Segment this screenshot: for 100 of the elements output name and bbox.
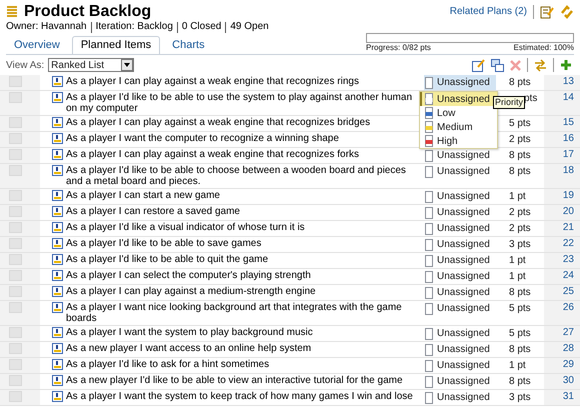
related-plans-link[interactable]: Related Plans (2) [450,4,527,19]
rank-number: 16 [562,133,574,144]
tab[interactable]: Charts [164,36,213,54]
priority-cell[interactable]: Unassigned [424,269,496,284]
priority-cell[interactable]: Unassigned [424,285,496,300]
story-summary[interactable]: As a player I'd like to be able to choose between a wooden board and pieces and a metal board and pieces. [66,165,424,187]
row-handle[interactable] [9,270,22,281]
meta-text: Owner: Havannah [6,21,87,33]
row-handle[interactable] [9,222,22,233]
priority-icon [425,376,433,388]
story-summary[interactable]: As a new player I want access to an online help system [66,343,312,354]
priority-cell[interactable]: Unassigned [424,301,496,325]
row-handle[interactable] [9,92,22,103]
priority-cell[interactable]: Unassigned [424,374,496,389]
priority-icon [425,191,433,203]
story-icon [52,133,63,144]
rank-number: 29 [562,359,574,370]
rank-number: 24 [562,270,574,281]
priority-cell[interactable]: Unassigned [424,221,496,236]
row-handle[interactable] [9,149,22,160]
progress-label: Progress: 0/82 pts [366,43,431,53]
story-icon [52,76,63,87]
rank-number: 26 [562,302,574,313]
story-summary[interactable]: As a player I want the system to play background music [66,327,313,338]
points-text: 5 pts [509,118,531,129]
story-summary[interactable]: As a player I can start a new game [66,190,220,201]
priority-text: Unassigned [437,344,490,356]
meta-text: Iteration: Backlog [96,21,173,33]
priority-cell[interactable]: Unassigned [424,189,496,204]
row-handle[interactable] [9,302,22,313]
story-summary[interactable]: As a player I want the system to keep track of how many games I win and lose [66,391,413,402]
row-handle[interactable] [9,359,22,370]
points-text: 2 pts [509,223,531,234]
priority-cell[interactable]: Unassigned [424,237,496,252]
story-summary[interactable]: As a player I can play against a medium-strength engine [66,286,316,297]
points-text: 8 pts [509,77,531,88]
priority-cell[interactable]: Unassigned [424,390,496,405]
story-icon [52,254,63,265]
rank-number: 31 [562,391,574,402]
story-summary[interactable]: As a player I can play against a weak engine that recognizes forks [66,149,359,160]
row-handle[interactable] [9,391,22,402]
priority-cell[interactable]: Unassigned [424,75,496,90]
row-handle[interactable] [9,254,22,265]
story-icon [52,270,63,281]
story-summary[interactable]: As a player I can play against a weak engine that recognizes bridges [66,117,370,128]
priority-icon [425,207,433,219]
priority-cell[interactable]: Unassigned [424,358,496,373]
row-handle[interactable] [9,206,22,217]
edit-icon[interactable] [540,4,554,18]
story-summary[interactable]: As a player I'd like to ask for a hint sometimes [66,359,270,370]
priority-text: Unassigned [437,271,490,283]
sync-icon[interactable] [560,4,574,18]
meta-text: 49 Open [230,21,269,33]
row-handle[interactable] [9,238,22,249]
story-summary[interactable]: As a player I can restore a saved game [66,206,240,217]
row-handle[interactable] [9,286,22,297]
priority-cell[interactable]: Unassigned [424,148,496,163]
tab[interactable]: Overview [6,36,68,54]
story-summary[interactable]: As a player I'd like to be able to quit the game [66,254,268,265]
story-icon [52,117,63,128]
edit-icon[interactable] [472,58,485,72]
priority-icon [425,121,433,133]
priority-cell[interactable]: Unassigned [424,205,496,220]
tab[interactable]: Planned Items [72,36,160,54]
story-summary[interactable]: As a player I'd like a visual indicator of whose turn it is [66,222,305,233]
view-select[interactable]: Ranked List [48,58,134,72]
row-handle[interactable] [9,343,22,354]
priority-option[interactable]: Low [420,106,497,120]
row-handle[interactable] [9,117,22,128]
priority-option[interactable]: Unassigned [420,92,497,106]
story-icon [52,359,63,370]
priority-option[interactable]: High [420,134,497,148]
arrows-icon[interactable] [534,58,547,72]
story-summary[interactable]: As a player I can select the computer's playing strength [66,270,311,281]
priority-icon [425,360,433,372]
delete-icon[interactable] [510,60,521,70]
priority-cell[interactable]: Unassigned [424,342,496,357]
story-summary[interactable]: As a new player I'd like to be able to view an interactive tutorial for the game [66,375,403,386]
add-icon[interactable] [560,59,572,71]
priority-icon [425,77,433,89]
row-handle[interactable] [9,133,22,144]
priority-cell[interactable]: Unassigned [424,326,496,341]
row-handle[interactable] [9,165,22,176]
story-summary[interactable]: As a player I want the computer to recognize a winning shape [66,133,339,144]
story-icon [52,190,63,201]
story-summary[interactable]: As a player I want nice looking background art that integrates with the game boards [66,302,424,324]
row-handle[interactable] [9,327,22,338]
priority-cell[interactable]: Unassigned [424,253,496,268]
priority-text: Unassigned [437,207,490,219]
priority-text: Unassigned [437,360,490,372]
row-handle[interactable] [9,190,22,201]
story-summary[interactable]: As a player I'd like to be able to save games [66,238,262,249]
row-handle[interactable] [9,76,22,87]
priority-icon [425,223,433,235]
row-handle[interactable] [9,375,22,386]
stack-icon [6,4,18,18]
windows-icon[interactable] [491,58,504,72]
priority-cell[interactable]: Unassigned [424,164,496,188]
story-summary[interactable]: As a player I can play against a weak engine that recognizes rings [66,76,359,87]
priority-option[interactable]: Medium [420,120,497,134]
